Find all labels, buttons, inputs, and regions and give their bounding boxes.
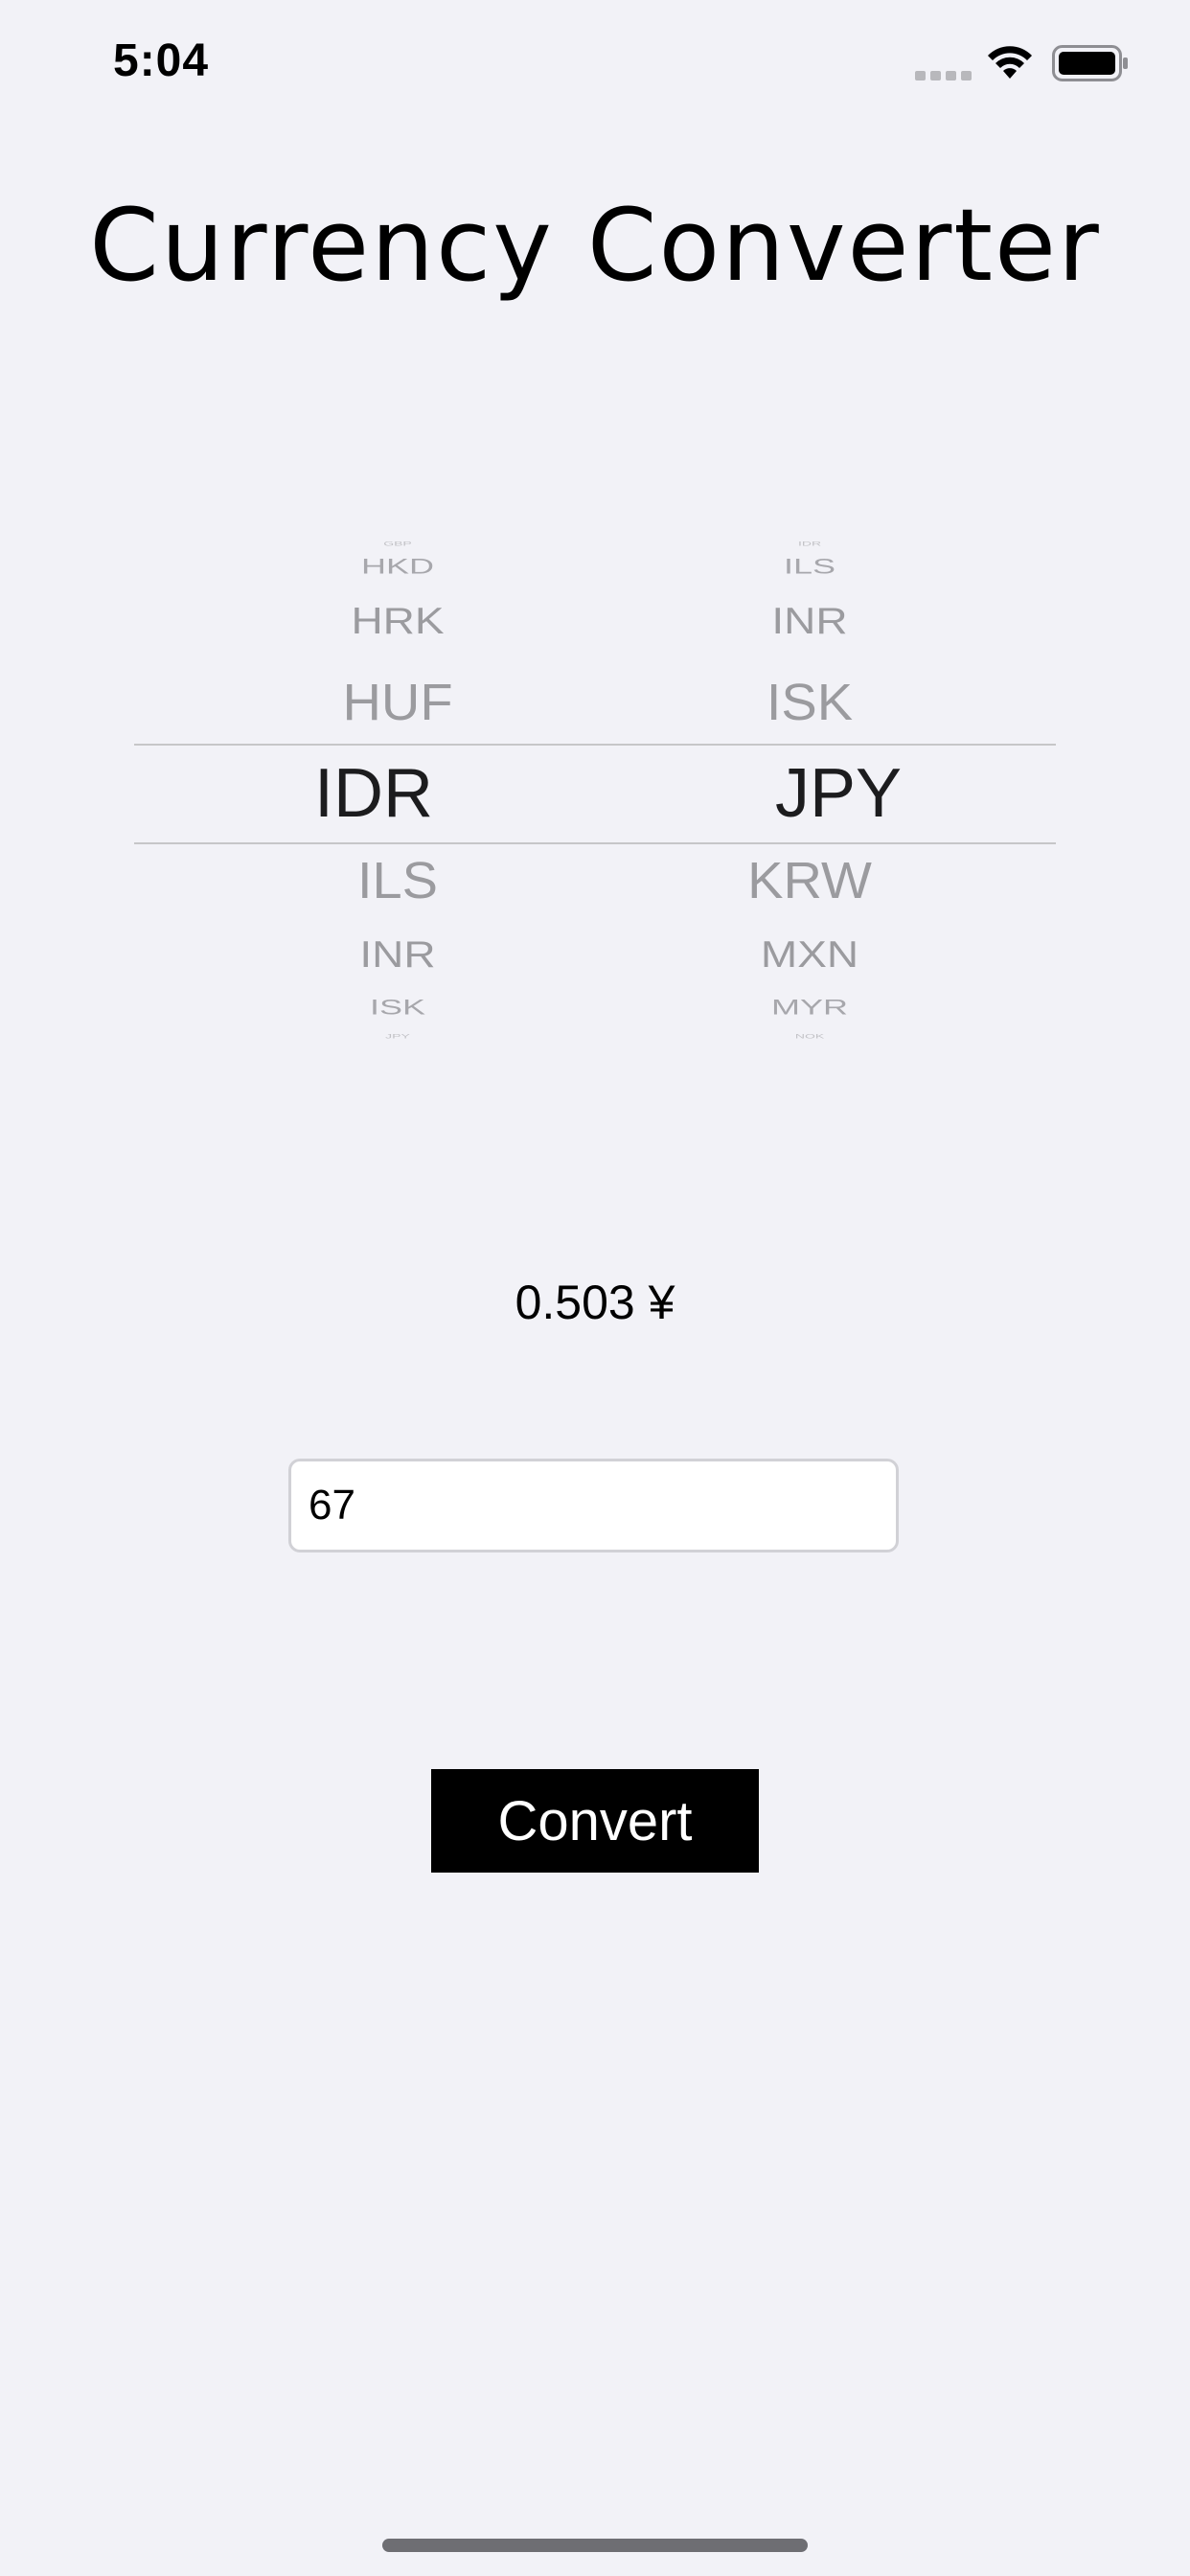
signal-icon bbox=[915, 71, 972, 80]
picker-from-option[interactable]: HUF bbox=[254, 677, 541, 728]
picker-selection-top-line bbox=[134, 744, 1056, 746]
picker-to-option[interactable]: INR bbox=[666, 602, 953, 639]
picker-to-selected[interactable]: JPY bbox=[695, 759, 982, 828]
picker-from-option[interactable]: HRK bbox=[254, 602, 541, 639]
picker-from-option[interactable]: JPY bbox=[254, 1033, 541, 1039]
picker-from-option[interactable]: ILS bbox=[254, 855, 541, 907]
amount-input[interactable] bbox=[288, 1459, 899, 1552]
picker-to-option[interactable]: MYR bbox=[666, 997, 953, 1018]
wifi-icon bbox=[988, 46, 1032, 79]
page-title: Currency Converter bbox=[89, 187, 1101, 304]
battery-icon bbox=[1052, 45, 1128, 81]
picker-from-option[interactable]: INR bbox=[254, 935, 541, 973]
picker-from-option[interactable]: ISK bbox=[254, 997, 541, 1018]
picker-to-option[interactable]: ISK bbox=[666, 677, 953, 728]
picker-to-option[interactable]: NOK bbox=[666, 1033, 953, 1039]
picker-from-selected[interactable]: IDR bbox=[230, 759, 517, 828]
picker-selection-bottom-line bbox=[134, 842, 1056, 844]
convert-button[interactable]: Convert bbox=[431, 1769, 759, 1873]
picker-to-option[interactable]: ILS bbox=[666, 556, 953, 577]
picker-to-option[interactable]: MXN bbox=[666, 935, 953, 973]
picker-from-option[interactable]: HKD bbox=[254, 556, 541, 577]
picker-from-option[interactable]: GBP bbox=[254, 540, 541, 546]
conversion-result: 0.503 ¥ bbox=[515, 1276, 675, 1329]
picker-to-option[interactable]: IDR bbox=[666, 540, 953, 546]
home-indicator bbox=[382, 2539, 808, 2552]
currency-picker[interactable]: GBP HKD HRK HUF IDR ILS INR ISK JPY IDR ILS INR ISK J… bbox=[134, 537, 1056, 1049]
status-time: 5:04 bbox=[113, 35, 210, 86]
picker-to-option[interactable]: KRW bbox=[666, 855, 953, 907]
